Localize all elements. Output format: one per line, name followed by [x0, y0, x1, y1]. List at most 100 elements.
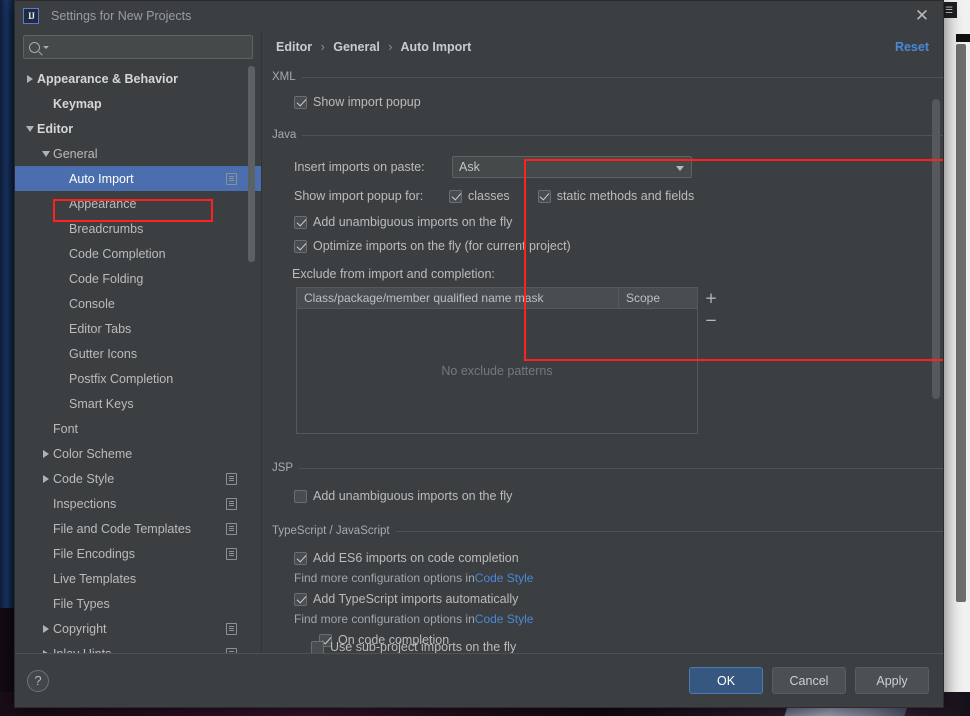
copy-settings-icon[interactable]: [226, 472, 237, 485]
settings-tree[interactable]: Appearance & Behavior Keymap Editor General…: [15, 66, 261, 653]
sidebar-item-file-and-code-templates[interactable]: File and Code Templates: [15, 516, 261, 541]
footer-buttons: OK Cancel Apply: [689, 667, 929, 694]
exclude-table[interactable]: Class/package/member qualified name mask…: [296, 287, 717, 434]
sidebar-search-wrap: [15, 31, 261, 66]
copy-settings-icon[interactable]: [226, 522, 237, 535]
row-show-import-popup-for: Show import popup for: classes static me…: [294, 185, 943, 207]
sidebar-item-smart-keys[interactable]: Smart Keys: [15, 391, 261, 416]
row-hint-code-style-1: Find more configuration options in Code …: [294, 569, 943, 586]
exclude-table-wrap: Class/package/member qualified name mask…: [296, 287, 717, 434]
cancel-button[interactable]: Cancel: [772, 667, 846, 694]
sidebar-item-font[interactable]: Font: [15, 416, 261, 441]
group-title-jsp: JSP: [270, 460, 943, 476]
label-jsp-add-unambiguous-imports: Add unambiguous imports on the fly: [313, 489, 513, 503]
add-exclude-button[interactable]: +: [698, 287, 724, 309]
exclude-table-body[interactable]: No exclude patterns: [297, 309, 697, 433]
sidebar-item-console[interactable]: Console: [15, 291, 261, 316]
copy-settings-icon[interactable]: [226, 172, 237, 185]
remove-exclude-button[interactable]: −: [698, 309, 724, 331]
reset-link[interactable]: Reset: [895, 40, 929, 54]
row-clipped-option: Use sub-project imports on the fly: [311, 641, 910, 653]
label-add-typescript-imports: Add TypeScript imports automatically: [313, 592, 519, 606]
dialog-footer: ? OK Cancel Apply: [15, 653, 943, 707]
sidebar-item-appearance[interactable]: Appearance: [15, 191, 261, 216]
code-style-link-2[interactable]: Code Style: [475, 612, 534, 626]
sidebar-item-code-folding[interactable]: Code Folding: [15, 266, 261, 291]
sidebar-item-editor-tabs[interactable]: Editor Tabs: [15, 316, 261, 341]
sidebar-scrollbar[interactable]: [248, 66, 255, 262]
checkbox-add-es6-imports[interactable]: [294, 551, 307, 565]
background-window-marker: [956, 34, 970, 42]
sidebar-item-keymap[interactable]: Keymap: [15, 91, 261, 116]
exclude-table-buttons: + −: [698, 287, 724, 331]
group-typescript-javascript: TypeScript / JavaScript Add ES6 imports …: [270, 523, 943, 653]
sidebar-item-code-style[interactable]: Code Style: [15, 466, 261, 491]
sidebar-item-label: Breadcrumbs: [69, 221, 144, 236]
sidebar-item-code-completion[interactable]: Code Completion: [15, 241, 261, 266]
sidebar-item-file-encodings[interactable]: File Encodings: [15, 541, 261, 566]
sidebar-item-inlay-hints[interactable]: Inlay Hints: [15, 641, 261, 653]
row-java-optimize-imports: Optimize imports on the fly (for current…: [294, 235, 943, 257]
chevron-down-icon[interactable]: [39, 151, 53, 157]
sidebar-item-label: Editor: [37, 121, 74, 136]
group-xml: XML Show import popup: [270, 69, 943, 113]
checkbox-add-typescript-imports[interactable]: [294, 592, 307, 606]
row-jsp-add-unambiguous: Add unambiguous imports on the fly: [294, 485, 943, 507]
sidebar-item-editor[interactable]: Editor: [15, 116, 261, 141]
group-label-java: Java: [272, 129, 303, 141]
sidebar-item-gutter-icons[interactable]: Gutter Icons: [15, 341, 261, 366]
help-icon[interactable]: ?: [27, 669, 49, 692]
sidebar-item-breadcrumbs[interactable]: Breadcrumbs: [15, 216, 261, 241]
exclude-col-mask: Class/package/member qualified name mask: [297, 288, 619, 308]
breadcrumb-editor[interactable]: Editor: [276, 40, 312, 54]
sidebar-item-appearance-behavior[interactable]: Appearance & Behavior: [15, 66, 261, 91]
chevron-right-icon[interactable]: [39, 475, 53, 483]
sidebar-item-copyright[interactable]: Copyright: [15, 616, 261, 641]
sidebar-item-auto-import[interactable]: Auto Import: [15, 166, 261, 191]
group-label-tsjs: TypeScript / JavaScript: [272, 525, 396, 537]
sidebar-item-label: File Encodings: [53, 546, 135, 561]
chevron-right-icon[interactable]: [39, 625, 53, 633]
ok-button[interactable]: OK: [689, 667, 763, 694]
label-xml-show-import-popup: Show import popup: [313, 95, 421, 109]
checkbox-classes[interactable]: [449, 189, 462, 203]
sidebar-item-inspections[interactable]: Inspections: [15, 491, 261, 516]
apply-button[interactable]: Apply: [855, 667, 929, 694]
sidebar-item-label: File and Code Templates: [53, 521, 192, 536]
copy-settings-icon[interactable]: [226, 547, 237, 560]
sidebar-item-postfix-completion[interactable]: Postfix Completion: [15, 366, 261, 391]
close-icon[interactable]: ✕: [911, 5, 933, 27]
code-style-link-1[interactable]: Code Style: [475, 571, 534, 585]
search-box[interactable]: [23, 35, 253, 59]
dialog-titlebar: IJ Settings for New Projects ✕: [15, 1, 943, 31]
sidebar-item-label: Code Completion: [69, 246, 166, 261]
chevron-down-icon[interactable]: [23, 126, 37, 132]
label-show-import-popup-for: Show import popup for:: [294, 189, 424, 203]
sidebar-item-color-scheme[interactable]: Color Scheme: [15, 441, 261, 466]
sidebar-item-general[interactable]: General: [15, 141, 261, 166]
checkbox-java-add-unambiguous-imports[interactable]: [294, 215, 307, 229]
row-ts-auto-imports: Add TypeScript imports automatically: [294, 588, 943, 610]
checkbox-java-optimize-imports[interactable]: [294, 239, 307, 253]
checkbox-jsp-add-unambiguous-imports[interactable]: [294, 489, 307, 503]
sidebar-item-live-templates[interactable]: Live Templates: [15, 566, 261, 591]
sidebar-item-label: Smart Keys: [69, 396, 134, 411]
breadcrumb-general[interactable]: General: [333, 40, 380, 54]
insert-imports-on-paste-dropdown[interactable]: Ask: [452, 156, 692, 178]
checkbox-xml-show-import-popup[interactable]: [294, 95, 307, 109]
sidebar-item-label: Postfix Completion: [69, 371, 174, 386]
exclude-col-scope: Scope: [626, 291, 661, 305]
checkbox-static-methods-and-fields[interactable]: [537, 189, 551, 203]
search-input[interactable]: [49, 39, 247, 55]
copy-settings-icon[interactable]: [226, 622, 237, 635]
sidebar-item-file-types[interactable]: File Types: [15, 591, 261, 616]
search-icon: [29, 41, 40, 53]
background-window-scrollbar[interactable]: [956, 44, 966, 602]
chevron-down-icon: [676, 166, 684, 171]
chevron-right-icon[interactable]: [39, 450, 53, 458]
sidebar-item-label: Live Templates: [53, 571, 137, 586]
main-panel-scrollbar[interactable]: [932, 99, 940, 399]
chevron-right-icon[interactable]: [23, 75, 37, 83]
copy-settings-icon[interactable]: [226, 497, 237, 510]
checkbox-clipped-option[interactable]: [311, 641, 324, 653]
